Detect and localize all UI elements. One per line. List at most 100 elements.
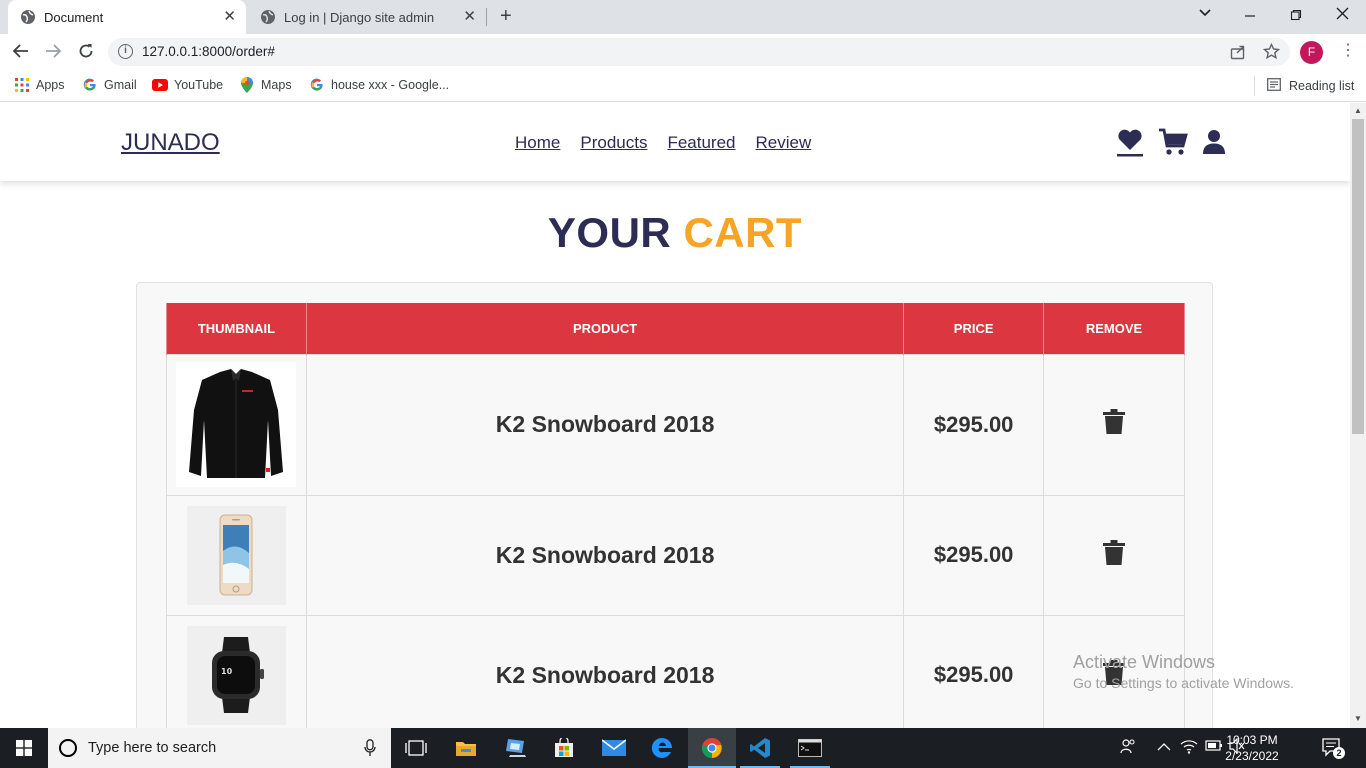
youtube-icon (152, 77, 168, 93)
nav-review[interactable]: Review (756, 133, 812, 153)
page-viewport: JUNADO Home Products Featured Review YOU… (0, 103, 1350, 728)
main-nav: Home Products Featured Review (515, 133, 811, 153)
product-name: K2 Snowboard 2018 (305, 353, 905, 496)
people-icon[interactable] (1120, 738, 1136, 757)
browser-toolbar: i 127.0.0.1:8000/order# F ⋮ (0, 34, 1366, 70)
microphone-icon[interactable] (364, 739, 376, 761)
terminal-icon[interactable] (786, 728, 834, 768)
user-icon[interactable] (1202, 129, 1226, 160)
bookmark-label: house xxx - Google... (331, 78, 450, 92)
vscode-icon[interactable] (736, 728, 784, 768)
cart-icon[interactable] (1158, 128, 1188, 161)
google-g-icon (309, 77, 325, 93)
page-title: YOUR CART (0, 209, 1350, 257)
windows-start-icon[interactable] (0, 728, 48, 768)
table-row: 10 K2 Snowboard 2018 $295.00 (166, 614, 1185, 728)
share-icon[interactable] (1230, 44, 1246, 65)
col-price: PRICE (903, 303, 1045, 354)
thumbnail-cell (166, 353, 307, 496)
microsoft-store-icon[interactable] (540, 728, 588, 768)
search-placeholder: Type here to search (88, 740, 217, 756)
title-part-cart: CART (683, 209, 803, 256)
bookmark-youtube[interactable]: YouTube (152, 76, 223, 94)
edge-icon[interactable] (638, 728, 686, 768)
bookmark-label: Apps (36, 78, 65, 92)
reading-list-button[interactable]: Reading list (1254, 76, 1354, 96)
url-text[interactable]: 127.0.0.1:8000/order# (142, 44, 275, 59)
site-logo[interactable]: JUNADO (121, 129, 220, 157)
scroll-down-arrow-icon[interactable]: ▼ (1354, 714, 1362, 723)
apps-grid-icon (14, 77, 30, 93)
bookmark-maps[interactable]: Maps (239, 76, 292, 94)
notification-center-icon[interactable]: 2 (1322, 738, 1345, 761)
bookmarks-bar: Apps Gmail YouTube Maps house xxx - Goog… (0, 70, 1366, 102)
tab-title: Document (44, 9, 104, 25)
back-arrow-icon[interactable] (12, 42, 30, 64)
google-g-icon (82, 77, 98, 93)
table-header-row: THUMBNAIL PRODUCT PRICE REMOVE (166, 303, 1185, 354)
desktop-app-icon[interactable] (492, 728, 540, 768)
reading-list-icon (1267, 78, 1281, 94)
taskbar-search-box[interactable]: Type here to search (48, 728, 391, 768)
thumbnail-cell: 10 (166, 614, 307, 728)
restore-icon[interactable] (1290, 8, 1302, 24)
product-name: K2 Snowboard 2018 (305, 494, 905, 616)
bookmark-label: Maps (261, 78, 292, 92)
tab-django-admin[interactable]: Log in | Django site admin ✕ (248, 0, 486, 34)
close-tab-icon[interactable]: ✕ (463, 9, 476, 25)
globe-icon (260, 9, 276, 25)
tab-document[interactable]: Document ✕ (8, 0, 246, 34)
close-window-icon[interactable] (1336, 7, 1349, 23)
bookmark-apps[interactable]: Apps (14, 76, 65, 94)
trash-icon[interactable] (1103, 409, 1126, 439)
globe-icon (20, 9, 36, 25)
close-tab-icon[interactable]: ✕ (223, 9, 236, 25)
scrollbar-thumb[interactable] (1352, 119, 1364, 434)
chrome-icon[interactable] (688, 728, 736, 768)
black-shirt-image[interactable] (176, 362, 297, 487)
nav-home[interactable]: Home (515, 133, 560, 153)
wifi-icon[interactable] (1180, 738, 1198, 757)
tab-separator (486, 8, 487, 26)
more-menu-icon[interactable]: ⋮ (1340, 42, 1356, 60)
task-view-icon[interactable] (392, 728, 440, 768)
bookmark-star-icon[interactable] (1262, 42, 1281, 65)
minimize-icon[interactable] (1244, 8, 1256, 24)
show-hidden-icons-chevron-icon[interactable] (1157, 740, 1171, 755)
product-name: K2 Snowboard 2018 (305, 614, 905, 728)
product-price: $295.00 (903, 494, 1045, 616)
tab-strip: Document ✕ Log in | Django site admin ✕ … (0, 0, 1366, 34)
tab-search-chevron-icon[interactable] (1198, 6, 1212, 23)
file-explorer-icon[interactable] (442, 728, 490, 768)
reload-icon[interactable] (77, 42, 95, 64)
bookmark-house[interactable]: house xxx - Google... (309, 76, 449, 94)
title-part-your: YOUR (547, 209, 672, 256)
nav-products[interactable]: Products (580, 133, 647, 153)
scroll-up-arrow-icon[interactable]: ▲ (1354, 106, 1362, 115)
watermark-title: Activate Windows (1073, 652, 1216, 672)
remove-cell (1043, 353, 1185, 496)
system-clock[interactable]: 10:03 PM 2/23/2022 (1222, 732, 1282, 764)
col-remove: REMOVE (1043, 303, 1185, 354)
cart-card: THUMBNAIL PRODUCT PRICE REMOVE K2 Snowbo… (136, 282, 1213, 728)
smartwatch-image[interactable]: 10 (186, 625, 286, 725)
nav-featured[interactable]: Featured (667, 133, 735, 153)
profile-avatar[interactable]: F (1300, 41, 1323, 64)
bookmark-gmail[interactable]: Gmail (82, 76, 137, 94)
mail-icon[interactable] (590, 728, 638, 768)
page-scrollbar[interactable]: ▲ ▼ (1350, 103, 1366, 728)
forward-arrow-icon[interactable] (44, 42, 62, 64)
site-header: JUNADO Home Products Featured Review (0, 103, 1350, 181)
trash-icon[interactable] (1103, 539, 1126, 570)
address-bar[interactable]: i 127.0.0.1:8000/order# (108, 38, 1290, 66)
cart-table: THUMBNAIL PRODUCT PRICE REMOVE K2 Snowbo… (166, 303, 1185, 728)
new-tab-button[interactable]: + (500, 6, 512, 26)
clock-date: 2/23/2022 (1225, 749, 1279, 763)
bookmark-label: YouTube (174, 78, 224, 92)
site-info-icon[interactable]: i (118, 44, 133, 59)
iphone-image[interactable] (186, 505, 286, 605)
cortana-circle-icon (59, 739, 77, 757)
heart-icon[interactable] (1116, 127, 1144, 162)
battery-icon[interactable] (1205, 738, 1223, 755)
remove-cell (1043, 494, 1185, 616)
